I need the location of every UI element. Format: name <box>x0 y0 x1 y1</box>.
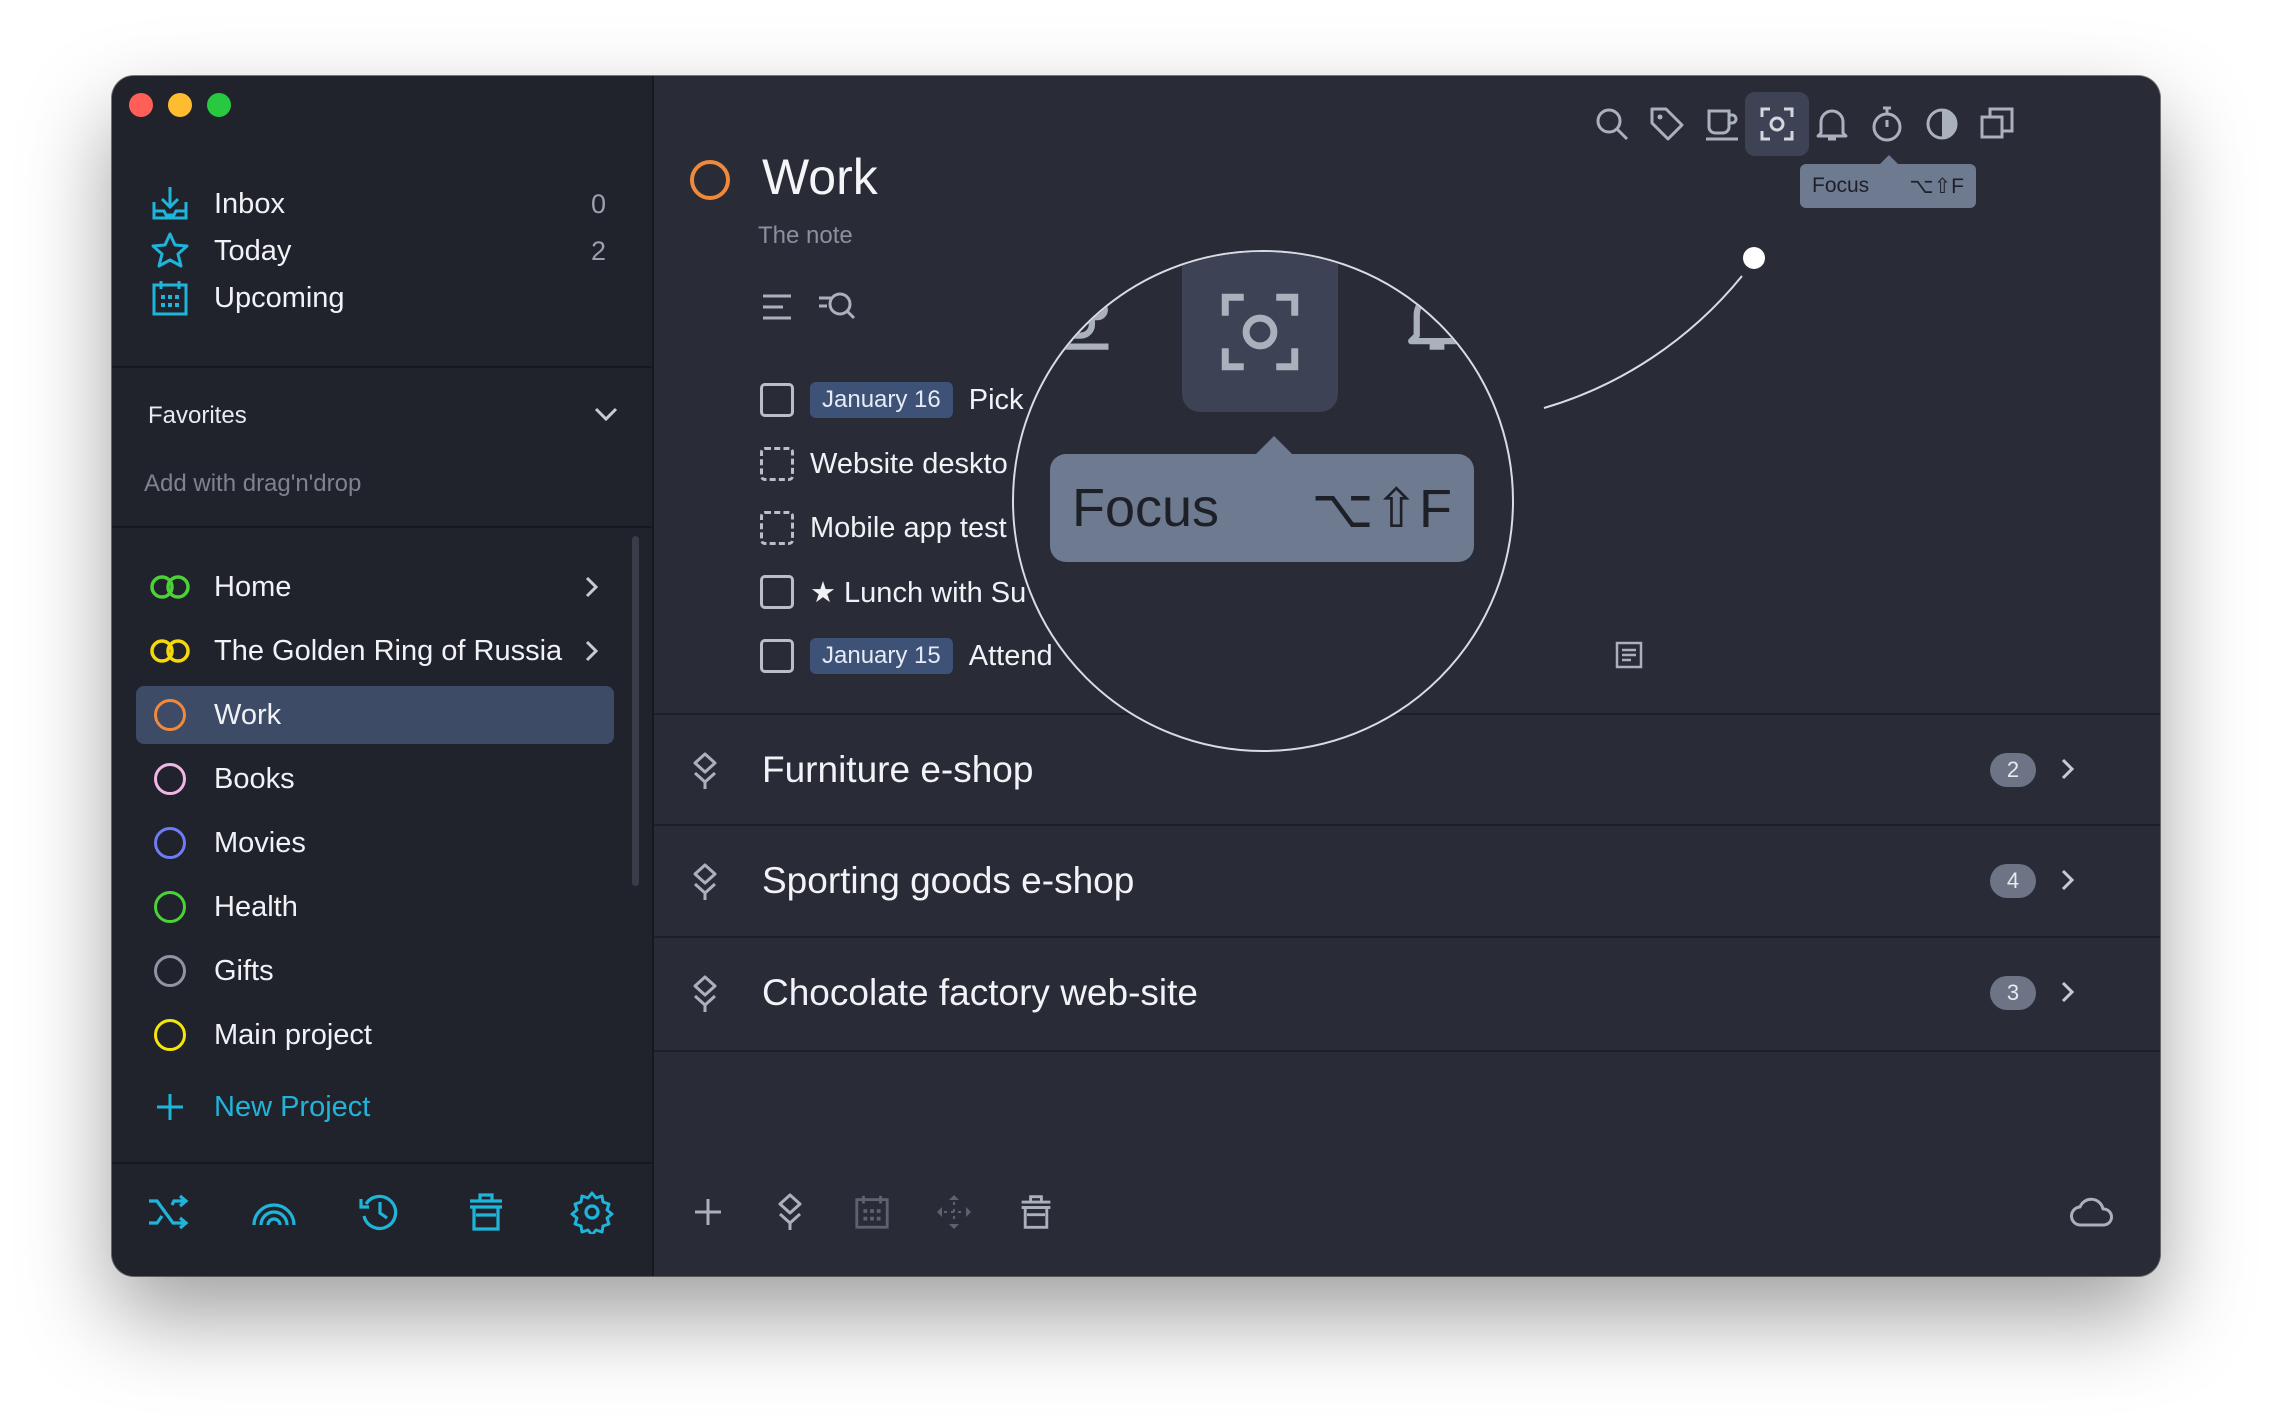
zoom-magnifier: Focus ⌥⇧F <box>1012 250 1514 752</box>
focus-icon <box>1221 293 1299 371</box>
bell-icon <box>1408 292 1466 350</box>
magnified-tooltip: Focus ⌥⇧F <box>1050 436 1474 562</box>
tooltip-shortcut: ⌥⇧F <box>1311 478 1452 539</box>
tooltip-label: Focus <box>1072 478 1220 538</box>
callout-dot <box>1743 247 1765 269</box>
coffee-icon <box>1049 291 1109 350</box>
magnified-focus-button <box>1182 252 1338 412</box>
